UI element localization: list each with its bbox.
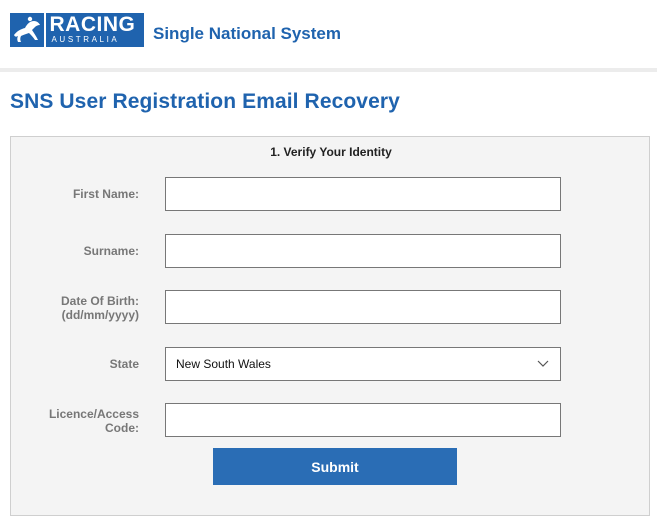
- first-name-input[interactable]: [165, 177, 561, 211]
- logo-wordmark: RACING AUSTRALIA: [45, 13, 144, 47]
- licence-label-line2: Code:: [105, 421, 139, 435]
- date-of-birth-label-line1: Date Of Birth:: [61, 294, 139, 308]
- licence-access-code-input[interactable]: [165, 403, 561, 437]
- verify-identity-form: 1. Verify Your Identity First Name: Surn…: [10, 136, 650, 516]
- logo-line-1: RACING: [49, 13, 136, 36]
- date-of-birth-input[interactable]: [165, 290, 561, 324]
- jockey-horse-icon: [10, 13, 44, 47]
- surname-label: Surname:: [83, 244, 139, 258]
- submit-button[interactable]: Submit: [213, 448, 457, 485]
- state-select[interactable]: New South Wales: [165, 347, 561, 381]
- logo-line-2: AUSTRALIA: [51, 35, 120, 44]
- chevron-down-icon: [536, 357, 550, 371]
- page-title: SNS User Registration Email Recovery: [10, 90, 400, 113]
- licence-label-line1: Licence/Access: [48, 407, 139, 421]
- state-selected-value: New South Wales: [176, 357, 271, 371]
- app-title: Single National System: [153, 24, 341, 43]
- licence-access-code-label: Licence/Access Code:: [11, 407, 139, 435]
- first-name-label: First Name:: [72, 187, 139, 201]
- section-title: 1. Verify Your Identity: [270, 145, 392, 159]
- date-of-birth-label: Date Of Birth: (dd/mm/yyyy): [11, 294, 139, 322]
- racing-australia-logo[interactable]: RACING AUSTRALIA: [10, 13, 144, 47]
- state-label: State: [109, 357, 139, 371]
- site-header: RACING AUSTRALIA Single National System: [0, 0, 657, 72]
- surname-input[interactable]: [165, 234, 561, 268]
- date-of-birth-label-line2: (dd/mm/yyyy): [61, 308, 139, 322]
